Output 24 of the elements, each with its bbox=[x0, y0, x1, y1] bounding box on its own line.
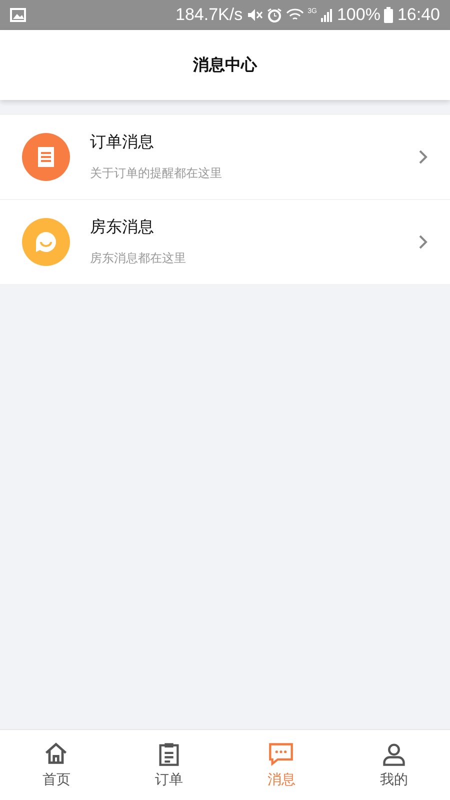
person-icon bbox=[380, 741, 407, 767]
tab[interactable]: 我的 bbox=[338, 730, 450, 800]
message-title: 房东消息 bbox=[90, 217, 155, 238]
alarm-icon bbox=[266, 8, 282, 22]
clock: 16:40 bbox=[397, 5, 440, 25]
message-subtitle: 关于订单的提醒都在这里 bbox=[90, 165, 223, 182]
home-icon bbox=[43, 741, 70, 767]
message-row[interactable]: 订单消息 关于订单的提醒都在这里 bbox=[0, 115, 450, 200]
message-title: 订单消息 bbox=[90, 132, 155, 153]
chevron-icon bbox=[418, 234, 428, 250]
tab[interactable]: 首页 bbox=[0, 730, 112, 800]
page-title: 消息中心 bbox=[193, 54, 257, 76]
wifi-icon bbox=[286, 8, 304, 22]
network-speed: 184.7K/s bbox=[176, 5, 243, 25]
chevron-icon bbox=[418, 149, 428, 165]
mute-icon bbox=[246, 8, 263, 22]
tab[interactable]: 订单 bbox=[112, 730, 225, 800]
battery-level: 100% bbox=[336, 5, 380, 25]
signal-icon bbox=[320, 8, 333, 22]
message-row[interactable]: 房东消息 房东消息都在这里 bbox=[0, 200, 450, 285]
battery-icon bbox=[384, 7, 394, 23]
image-icon bbox=[10, 8, 26, 22]
message-subtitle: 房东消息都在这里 bbox=[90, 250, 187, 267]
chat-icon bbox=[268, 741, 294, 767]
